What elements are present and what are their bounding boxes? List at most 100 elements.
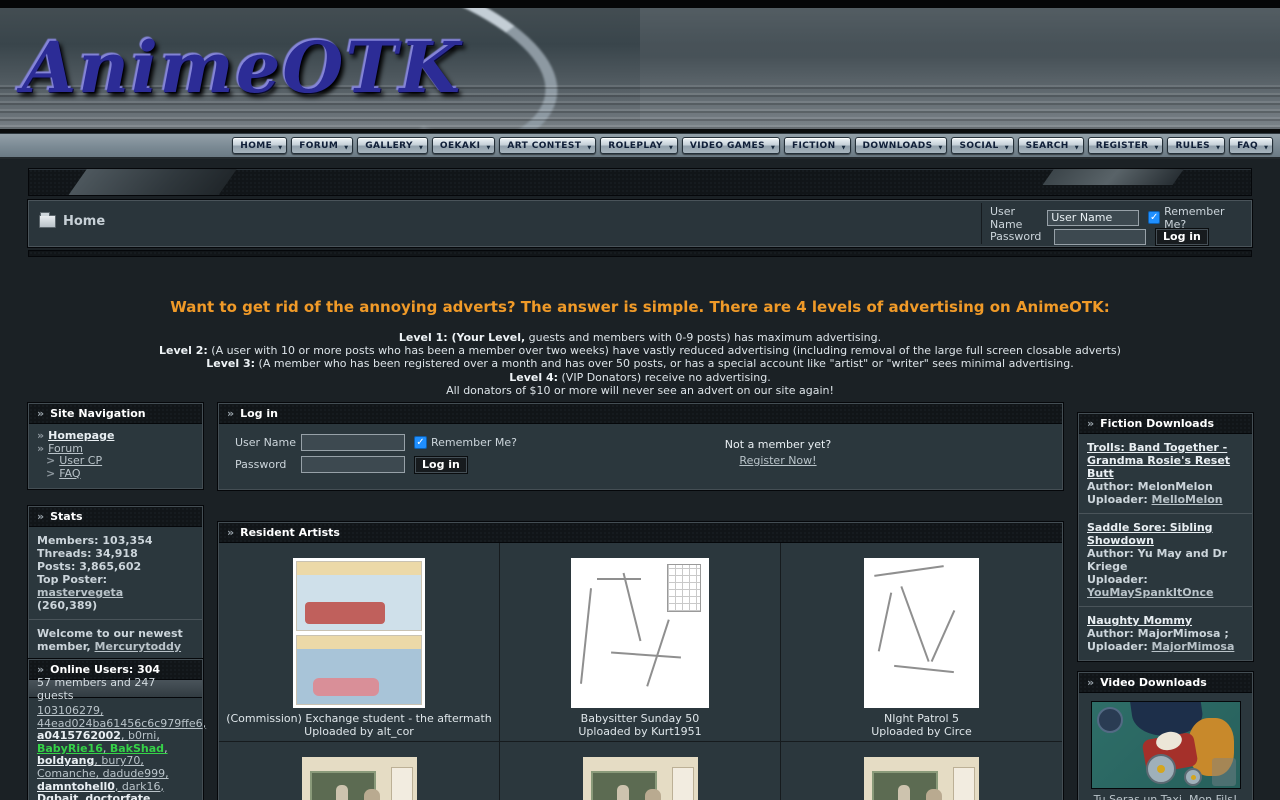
chevron-down-icon[interactable]: ▼: [841, 138, 850, 153]
login-button[interactable]: Log in: [414, 456, 468, 474]
nav-label: ROLEPLAY: [601, 141, 668, 151]
register-link[interactable]: Register Now!: [739, 454, 816, 467]
nav-item-oekaki[interactable]: OEKAKI▼: [432, 137, 495, 154]
artist-cell: NIght Patrol 5 Uploaded by Circe: [781, 543, 1062, 742]
username-label: User Name: [990, 205, 1047, 231]
online-user-link[interactable]: doctorfate: [85, 792, 154, 800]
resident-artists-panel: »Resident Artists (Commission) Exchange …: [218, 522, 1063, 800]
artwork-thumbnail[interactable]: [583, 757, 698, 800]
online-user-link[interactable]: Comanche: [37, 767, 103, 780]
chevron-down-icon[interactable]: ▼: [277, 138, 286, 153]
nav-item-video-games[interactable]: VIDEO GAMES▼: [682, 137, 780, 154]
fiction-title-link[interactable]: Saddle Sore: Sibling Showdown: [1087, 521, 1213, 547]
panel-title: Fiction Downloads: [1100, 417, 1214, 430]
video-title-link[interactable]: Tu Seras un Taxi, Mon Fils!: [1094, 793, 1238, 800]
nav-item-downloads[interactable]: DOWNLOADS▼: [855, 137, 948, 154]
usercp-link[interactable]: User CP: [59, 454, 102, 467]
username-label: User Name: [235, 436, 301, 449]
online-user-link[interactable]: dark16: [122, 780, 164, 793]
username-field[interactable]: [1047, 210, 1139, 226]
remember-me-checkbox[interactable]: ✓: [1148, 211, 1160, 224]
level-4-line: Level 4: (VIP Donators) receive no adver…: [0, 371, 1280, 384]
artist-cell: [781, 742, 1062, 800]
nav-item-forum[interactable]: FORUM▼: [291, 137, 353, 154]
chevron-down-icon[interactable]: ▼: [668, 138, 677, 153]
chevron-down-icon[interactable]: ▼: [418, 138, 427, 153]
online-user-link[interactable]: a0415762002: [37, 729, 128, 742]
nav-item-fiction[interactable]: FICTION▼: [784, 137, 851, 154]
nav-label: VIDEO GAMES: [683, 141, 770, 151]
nav-item-home[interactable]: HOME▼: [232, 137, 287, 154]
fiction-entry: Naughty Mommy Author: MajorMimosa ; Uplo…: [1079, 607, 1252, 660]
fiction-title-link[interactable]: Naughty Mommy: [1087, 614, 1192, 627]
uploader-label: Uploader:: [1087, 573, 1148, 586]
online-user-link[interactable]: dadude999: [103, 767, 169, 780]
username-field[interactable]: [301, 434, 405, 451]
artwork-uploader: Uploaded by Kurt1951: [578, 725, 701, 738]
chevron-down-icon[interactable]: ▼: [586, 138, 595, 153]
artwork-thumbnail[interactable]: [864, 558, 979, 708]
artist-cell: [219, 742, 500, 800]
nav-item-roleplay[interactable]: ROLEPLAY▼: [600, 137, 678, 154]
panel-title: Online Users: 304: [50, 663, 160, 676]
chevron-down-icon[interactable]: ▼: [1153, 138, 1162, 153]
chevron-down-icon[interactable]: ▼: [343, 138, 352, 153]
online-user-link[interactable]: boldyang: [37, 754, 101, 767]
fiction-title-link[interactable]: Trolls: Band Together - Grandma Rosie's …: [1087, 441, 1230, 480]
nav-item-rules[interactable]: RULES▼: [1167, 137, 1225, 154]
faq-link[interactable]: FAQ: [59, 467, 80, 480]
chevron-down-icon[interactable]: ▼: [937, 138, 946, 153]
nav-item-social[interactable]: SOCIAL▼: [951, 137, 1013, 154]
double-arrow-icon: »: [37, 663, 44, 676]
nav-label: HOME: [233, 141, 277, 151]
artwork-thumbnail[interactable]: [293, 558, 425, 708]
login-button[interactable]: Log in: [1155, 228, 1209, 246]
artwork-thumbnail[interactable]: [571, 558, 709, 708]
password-field[interactable]: [1054, 229, 1146, 245]
chevron-down-icon[interactable]: ▼: [770, 138, 779, 153]
chevron-down-icon[interactable]: ▼: [1263, 138, 1272, 153]
uploader-link[interactable]: YouMaySpankItOnce: [1087, 586, 1213, 599]
double-arrow-icon: »: [1087, 417, 1094, 430]
remember-me-checkbox[interactable]: ✓: [414, 436, 427, 449]
nav-item-art-contest[interactable]: ART CONTEST▼: [499, 137, 596, 154]
online-user-link[interactable]: BabyRie16: [37, 742, 110, 755]
site-logo[interactable]: AnimeOTK: [22, 26, 462, 109]
nav-label: GALLERY: [358, 141, 418, 151]
uploader-link[interactable]: MelloMelon: [1152, 493, 1223, 506]
artwork-thumbnail[interactable]: [302, 757, 417, 800]
forum-link[interactable]: Forum: [48, 442, 83, 455]
chevron-down-icon[interactable]: ▼: [1004, 138, 1013, 153]
chevron-down-icon[interactable]: ▼: [1074, 138, 1083, 153]
uploader-link[interactable]: MajorMimosa: [1152, 640, 1235, 653]
nav-item-search[interactable]: SEARCH▼: [1018, 137, 1084, 154]
login-panel: »Log in User Name ✓ Remember Me? Passwor…: [218, 403, 1063, 490]
online-user-link[interactable]: damntohell0: [37, 780, 122, 793]
video-thumbnail[interactable]: [1091, 701, 1241, 789]
author-name: MelonMelon: [1138, 480, 1213, 493]
nav-item-faq[interactable]: FAQ▼: [1229, 137, 1273, 154]
sidebar-item-faq[interactable]: >FAQ: [37, 468, 194, 481]
homepage-link[interactable]: Homepage: [48, 429, 114, 442]
top-login-form: User Name ✓ Remember Me? Password Log in: [981, 203, 1249, 244]
top-poster-link[interactable]: mastervegeta: [37, 586, 123, 599]
fiction-downloads-panel: » Fiction Downloads Trolls: Band Together…: [1078, 413, 1253, 661]
nav-item-register[interactable]: REGISTER▼: [1088, 137, 1164, 154]
artwork-thumbnail[interactable]: [864, 757, 979, 800]
newest-member-link[interactable]: Mercurytoddy: [95, 640, 182, 653]
online-user-link[interactable]: b0rni: [128, 729, 160, 742]
nav-item-gallery[interactable]: GALLERY▼: [357, 137, 428, 154]
online-user-link[interactable]: 103106279: [37, 704, 104, 717]
online-user-link[interactable]: bury70: [101, 754, 143, 767]
online-user-link[interactable]: Dgbait: [37, 792, 85, 800]
chevron-down-icon[interactable]: ▼: [1215, 138, 1224, 153]
nav-label: DOWNLOADS: [856, 141, 938, 151]
register-block: Not a member yet? Register Now!: [668, 438, 888, 467]
online-user-link[interactable]: BakShad: [110, 742, 168, 755]
online-user-link[interactable]: 44ead024ba61456c6c979ffe6: [37, 717, 206, 730]
fiction-entry: Trolls: Band Together - Grandma Rosie's …: [1079, 434, 1252, 514]
password-field[interactable]: [301, 456, 405, 473]
level-1-text: guests and members with 0-9 posts) has m…: [525, 331, 881, 344]
chevron-down-icon[interactable]: ▼: [485, 138, 494, 153]
thumbnail-shape: [1146, 754, 1176, 784]
